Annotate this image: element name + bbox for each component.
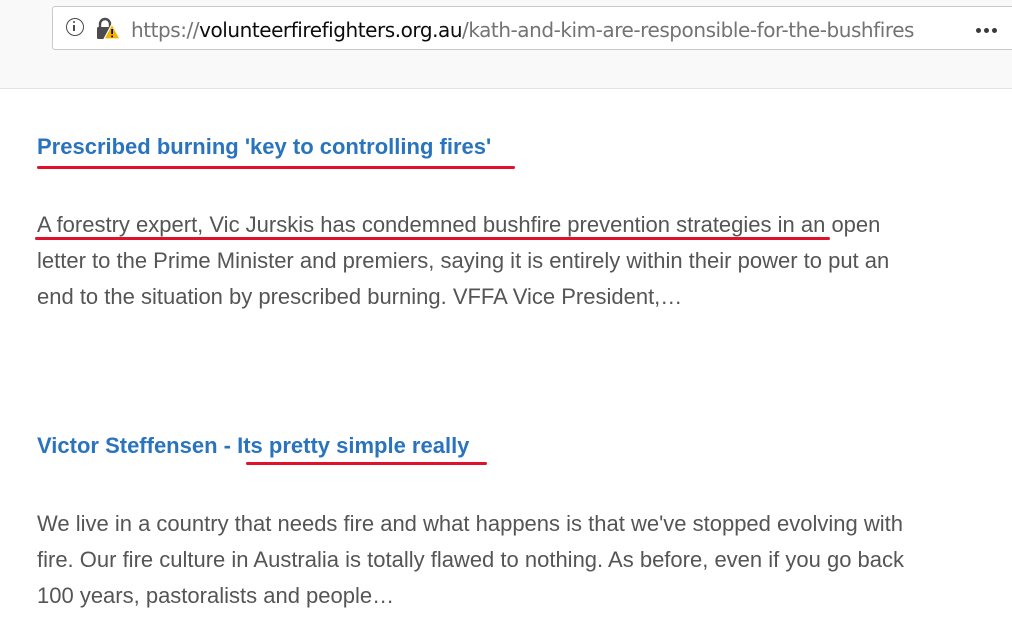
address-bar[interactable]: https://volunteerfirefighters.org.au/kat… — [52, 6, 1012, 50]
article-body-2: We live in a country that needs fire and… — [37, 506, 997, 614]
url-domain: volunteerfirefighters.org.au — [199, 18, 463, 42]
url-path: /kath-and-kim-are-responsible-for-the-bu… — [462, 18, 915, 42]
annotation-underline-1 — [37, 166, 515, 169]
lock-warning-icon[interactable] — [95, 17, 121, 41]
article-title-1[interactable]: Prescribed burning 'key to controlling f… — [37, 133, 491, 161]
article-title-link-1[interactable]: Prescribed burning 'key to controlling f… — [37, 134, 491, 159]
article-body-1-line-3: end to the situation by prescribed burni… — [37, 284, 683, 309]
browser-toolbar: https://volunteerfirefighters.org.au/kat… — [0, 0, 1012, 89]
article-title-prefix-2: Victor Steffensen - — [37, 433, 238, 458]
url-scheme: https:// — [131, 18, 200, 42]
info-icon[interactable] — [66, 18, 84, 36]
article-body-2-line-1: We live in a country that needs fire and… — [37, 511, 903, 536]
annotation-underline-2 — [35, 237, 830, 240]
more-options-icon[interactable] — [976, 20, 1002, 33]
article-body-2-line-2: fire. Our fire culture in Australia is t… — [37, 547, 905, 572]
article-body-1: A forestry expert, Vic Jurskis has conde… — [37, 207, 997, 315]
article-body-2-line-3: 100 years, pastoralists and people… — [37, 583, 395, 608]
article-title-2: Victor Steffensen - Its pretty simple re… — [37, 432, 469, 460]
annotation-underline-3 — [246, 462, 487, 465]
url-text[interactable]: https://volunteerfirefighters.org.au/kat… — [131, 18, 914, 42]
article-title-link-2[interactable]: Its pretty simple really — [237, 433, 469, 458]
article-body-1-line-2: letter to the Prime Minister and premier… — [37, 248, 890, 273]
